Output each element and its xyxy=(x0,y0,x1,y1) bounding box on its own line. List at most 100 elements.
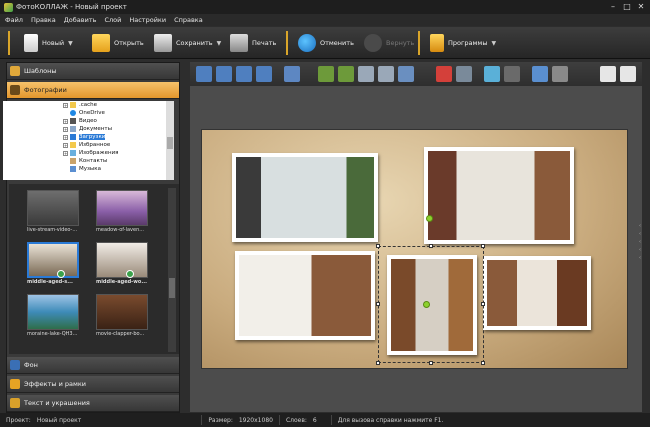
tree-node[interactable]: Контакты xyxy=(3,157,174,165)
rotate-right-icon[interactable] xyxy=(338,66,354,82)
expand-icon[interactable]: + xyxy=(63,126,68,132)
send-back-icon[interactable] xyxy=(256,66,272,82)
crop-icon[interactable] xyxy=(456,66,472,82)
expand-icon[interactable]: + xyxy=(63,134,68,140)
delete-icon[interactable] xyxy=(436,66,452,82)
page-settings-icon[interactable] xyxy=(620,66,636,82)
thumbnail-image xyxy=(96,242,148,278)
layout-icon[interactable] xyxy=(398,66,414,82)
selection-box[interactable] xyxy=(378,246,484,363)
programs-dropdown-icon[interactable]: ▼ xyxy=(491,40,496,47)
tree-node-label: Видео xyxy=(79,118,97,124)
tree-node[interactable]: + Видео xyxy=(3,117,174,125)
rotate-handle-icon[interactable] xyxy=(423,301,430,308)
resize-handle[interactable] xyxy=(376,361,380,365)
resize-handle[interactable] xyxy=(429,361,433,365)
resize-handle[interactable] xyxy=(481,361,485,365)
programs-button[interactable]: Программы ▼ xyxy=(430,31,496,55)
tree-scroll-thumb[interactable] xyxy=(167,137,173,149)
expand-icon[interactable]: + xyxy=(63,142,68,148)
music-folder-icon xyxy=(70,166,76,172)
save-button[interactable]: Сохранить ▼ xyxy=(154,31,221,55)
minimize-icon[interactable]: – xyxy=(606,1,620,13)
arrow-left-icon[interactable]: ‹ xyxy=(639,238,647,246)
collage-photo[interactable] xyxy=(424,147,574,244)
menu-edit[interactable]: Правка xyxy=(31,16,56,24)
expand-icon[interactable]: + xyxy=(63,150,68,156)
images-folder-icon xyxy=(70,150,76,156)
tree-node[interactable]: OneDrive xyxy=(3,109,174,117)
arrow-left-icon[interactable]: ‹ xyxy=(639,254,647,262)
tree-node[interactable]: + .cache xyxy=(3,101,174,109)
thumbnails-scrollbar[interactable] xyxy=(168,188,176,352)
undo-label: Отменить xyxy=(320,39,354,47)
tree-node-label: Музыка xyxy=(79,166,101,172)
align-icon[interactable] xyxy=(284,66,300,82)
effects-section[interactable]: Эффекты и рамки xyxy=(7,376,179,393)
flip-vertical-icon[interactable] xyxy=(378,66,394,82)
effects-tool-icon[interactable] xyxy=(484,66,500,82)
new-button[interactable]: Новый ▼ xyxy=(24,31,73,55)
collage-photo[interactable] xyxy=(235,251,375,340)
resize-handle[interactable] xyxy=(376,302,380,306)
open-button[interactable]: Открыть xyxy=(92,31,144,55)
size-label: Размер: xyxy=(208,416,233,424)
resize-handle[interactable] xyxy=(429,244,433,248)
collage-photo[interactable] xyxy=(483,256,591,330)
maximize-icon[interactable]: □ xyxy=(620,1,634,13)
menu-file[interactable]: Файл xyxy=(5,16,23,24)
tree-node[interactable]: + Загрузки xyxy=(3,133,174,141)
expand-icon[interactable]: + xyxy=(63,118,68,124)
expand-icon[interactable]: + xyxy=(63,102,68,108)
redo-button[interactable]: Вернуть xyxy=(364,31,414,55)
thumbnail[interactable]: meadow-of-laven... xyxy=(96,190,148,234)
bring-front-icon[interactable] xyxy=(196,66,212,82)
folder-tree[interactable]: + .cache OneDrive + Видео + Документы + Загр… xyxy=(3,101,174,180)
bring-forward-icon[interactable] xyxy=(216,66,232,82)
thumbnails-scroll-thumb[interactable] xyxy=(169,278,175,298)
templates-section[interactable]: Шаблоны xyxy=(7,63,179,80)
arrow-left-icon[interactable]: ‹ xyxy=(639,230,647,238)
collage-canvas[interactable] xyxy=(201,129,628,369)
tree-node[interactable]: + Изображения xyxy=(3,149,174,157)
settings-icon[interactable] xyxy=(532,66,548,82)
resize-handle[interactable] xyxy=(376,244,380,248)
thumbnail-caption: meadow-of-laven... xyxy=(96,227,145,233)
collage-photo[interactable] xyxy=(232,153,378,242)
background-section[interactable]: Фон xyxy=(7,357,179,374)
menu-layer[interactable]: Слой xyxy=(104,16,121,24)
arrow-left-icon[interactable]: ‹ xyxy=(639,222,647,230)
text-section[interactable]: Текст и украшения xyxy=(7,395,179,412)
arrow-left-icon[interactable]: ‹ xyxy=(639,246,647,254)
photos-section[interactable]: Фотографии xyxy=(7,82,179,99)
menu-settings[interactable]: Настройки xyxy=(129,16,166,24)
send-backward-icon[interactable] xyxy=(236,66,252,82)
side-collapse-arrows[interactable]: ‹ ‹ ‹ ‹ ‹ xyxy=(639,222,647,272)
rotate-handle-icon[interactable] xyxy=(426,215,433,222)
magic-wand-icon[interactable] xyxy=(504,66,520,82)
redo-label: Вернуть xyxy=(386,39,415,47)
new-dropdown-icon[interactable]: ▼ xyxy=(68,40,73,47)
close-icon[interactable]: ✕ xyxy=(634,1,648,13)
menu-add[interactable]: Добавить xyxy=(64,16,97,24)
print-button[interactable]: Печать xyxy=(230,31,276,55)
tree-node[interactable]: Музыка xyxy=(3,165,174,173)
size-value: 1920x1080 xyxy=(238,416,273,424)
thumbnail[interactable]: moraine-lake-QH3... xyxy=(27,294,79,338)
save-dropdown-icon[interactable]: ▼ xyxy=(217,40,222,47)
thumbnail[interactable]: middle-aged-s... xyxy=(27,242,79,286)
tree-scrollbar[interactable] xyxy=(166,101,174,180)
lock-icon[interactable] xyxy=(552,66,568,82)
resize-handle[interactable] xyxy=(481,244,485,248)
add-page-icon[interactable] xyxy=(600,66,616,82)
thumbnail[interactable]: middle-aged-wo... xyxy=(96,242,148,286)
thumbnail[interactable]: movie-clapper-bo... xyxy=(96,294,148,338)
tree-node[interactable]: + Избранное xyxy=(3,141,174,149)
rotate-left-icon[interactable] xyxy=(318,66,334,82)
thumbnail[interactable]: live-stream-video-... xyxy=(27,190,79,234)
undo-button[interactable]: Отменить xyxy=(298,31,354,55)
menu-help[interactable]: Справка xyxy=(174,16,203,24)
tree-node[interactable]: + Документы xyxy=(3,125,174,133)
flip-horizontal-icon[interactable] xyxy=(358,66,374,82)
resize-handle[interactable] xyxy=(481,302,485,306)
